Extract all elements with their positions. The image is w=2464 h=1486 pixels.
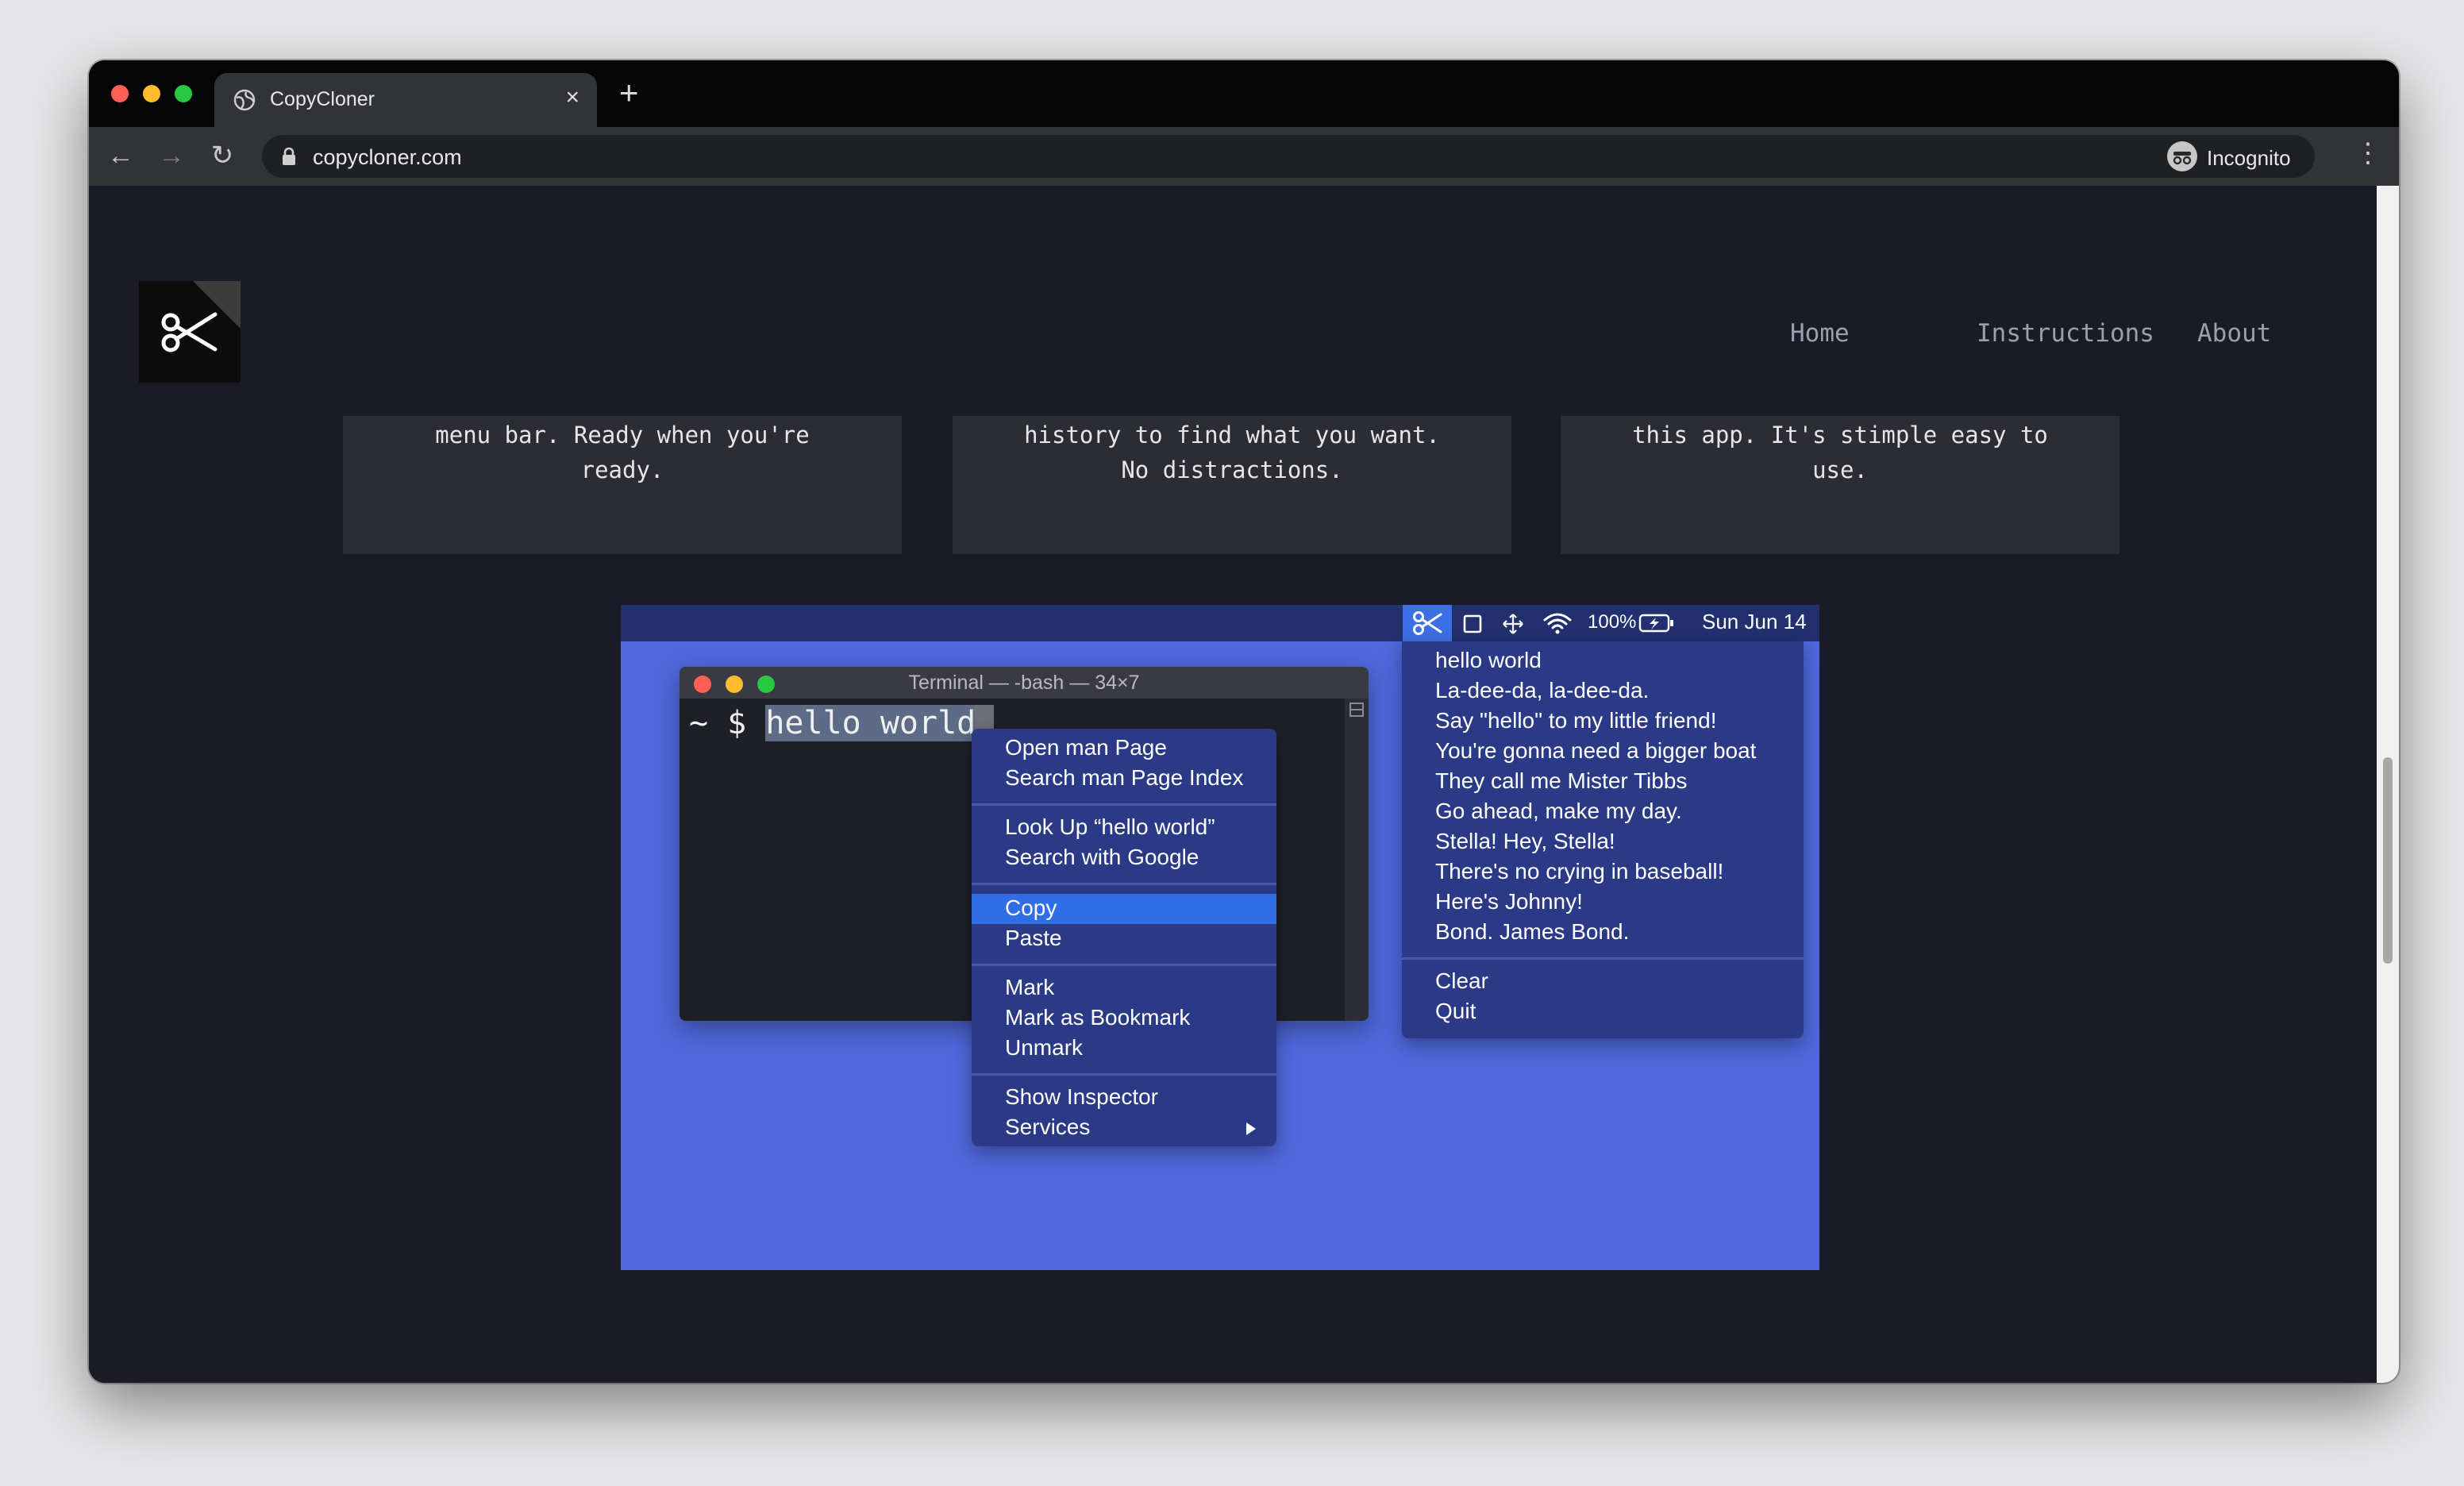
close-icon[interactable]: × bbox=[565, 86, 579, 110]
terminal-selected-text[interactable]: hello world bbox=[765, 705, 976, 741]
terminal-prompt-line[interactable]: ~ $ hello world bbox=[689, 705, 976, 741]
clipboard-item[interactable]: They call me Mister Tibbs bbox=[1435, 768, 1687, 794]
clipboard-item[interactable]: Here's Johnny! bbox=[1435, 889, 1583, 914]
demo-screenshot: 100% Sun Jun 14 Terminal — -bash — 34×7 … bbox=[621, 605, 1819, 1270]
wifi-icon bbox=[1543, 613, 1572, 634]
mac-menu-bar: 100% Sun Jun 14 bbox=[621, 605, 1819, 641]
profile-label: Incognito bbox=[2207, 146, 2291, 170]
menu-separator bbox=[972, 1073, 1276, 1076]
terminal-title: Terminal — -bash — 34×7 bbox=[908, 672, 1140, 694]
menu-item-copy[interactable]: Copy bbox=[1005, 895, 1057, 921]
nav-instructions-link[interactable]: Instructions bbox=[1977, 319, 2154, 348]
submenu-arrow-icon bbox=[1246, 1122, 1256, 1135]
back-button[interactable]: ← bbox=[106, 141, 135, 170]
clipboard-quit-button[interactable]: Quit bbox=[1435, 999, 1476, 1024]
browser-window: CopyCloner × + ← → ↻ copycloner.com ☆ bbox=[89, 60, 2399, 1383]
clipboard-item[interactable]: Bond. James Bond. bbox=[1435, 919, 1629, 945]
card-line: history to find what you want. bbox=[1024, 422, 1440, 448]
clipboard-clear-button[interactable]: Clear bbox=[1435, 968, 1488, 994]
new-tab-button[interactable]: + bbox=[619, 76, 639, 110]
clipboard-item[interactable]: hello world bbox=[1435, 648, 1542, 673]
tab-copycloner[interactable]: CopyCloner × bbox=[214, 73, 597, 127]
menu-item-search-man-page-index[interactable]: Search man Page Index bbox=[1005, 765, 1243, 791]
menu-item-paste[interactable]: Paste bbox=[1005, 926, 1062, 951]
nav-about-link[interactable]: About bbox=[2197, 319, 2271, 348]
terminal-prompt: ~ $ bbox=[689, 705, 766, 741]
toolbar: ← → ↻ copycloner.com ☆ Incognito ⋮ bbox=[89, 127, 2399, 186]
card-line: use. bbox=[1812, 456, 1868, 483]
scissors-icon bbox=[161, 312, 218, 352]
move-arrows-icon bbox=[1503, 614, 1523, 634]
clipboard-item[interactable]: There's no crying in baseball! bbox=[1435, 859, 1723, 884]
browser-menu-icon[interactable]: ⋮ bbox=[2354, 140, 2381, 167]
maximize-window-button[interactable] bbox=[175, 85, 192, 102]
globe-icon bbox=[233, 89, 256, 111]
clipboard-item[interactable]: You're gonna need a bigger boat bbox=[1435, 738, 1756, 764]
feature-card-easy: this app. It's stimple easy to use. bbox=[1561, 416, 2119, 554]
battery-icon bbox=[1638, 614, 1673, 633]
page-scrollbar[interactable] bbox=[2377, 186, 2399, 1383]
incognito-icon bbox=[2167, 141, 2197, 171]
lock-icon bbox=[283, 147, 295, 165]
copycloner-menubar-icon bbox=[1403, 605, 1452, 641]
split-view-icon bbox=[1349, 703, 1364, 717]
menu-item-show-inspector[interactable]: Show Inspector bbox=[1005, 1084, 1158, 1110]
site-logo[interactable] bbox=[139, 281, 241, 383]
card-line: this app. It's stimple easy to bbox=[1632, 422, 2048, 448]
scrollbar-thumb[interactable] bbox=[2383, 757, 2393, 964]
clipboard-item[interactable]: Say "hello" to my little friend! bbox=[1435, 708, 1716, 733]
menu-separator bbox=[972, 883, 1276, 885]
url-text: copycloner.com bbox=[313, 145, 462, 169]
menu-item-look-up[interactable]: Look Up “hello world” bbox=[1005, 814, 1215, 840]
tab-title: CopyCloner bbox=[270, 88, 375, 110]
card-line: ready. bbox=[580, 456, 664, 483]
battery-percent: 100% bbox=[1588, 611, 1637, 633]
clipboard-item[interactable]: La-dee-da, la-dee-da. bbox=[1435, 678, 1649, 703]
incognito-profile-button[interactable]: Incognito bbox=[2159, 135, 2315, 178]
terminal-title-bar: Terminal — -bash — 34×7 bbox=[680, 667, 1369, 699]
terminal-scrollbar[interactable] bbox=[1345, 699, 1369, 1021]
card-line: No distractions. bbox=[1121, 456, 1343, 483]
tab-strip: CopyCloner × + bbox=[89, 60, 2399, 127]
web-page: Home Instructions About menu bar. Ready … bbox=[89, 186, 2377, 1383]
menu-separator bbox=[1402, 957, 1804, 960]
menu-item-search-with-google[interactable]: Search with Google bbox=[1005, 845, 1199, 870]
forward-button[interactable]: → bbox=[157, 141, 186, 170]
menu-item-services[interactable]: Services bbox=[1005, 1114, 1090, 1140]
menu-separator bbox=[972, 803, 1276, 806]
menu-item-open-man-page[interactable]: Open man Page bbox=[1005, 735, 1167, 760]
nav-home-link[interactable]: Home bbox=[1790, 319, 1850, 348]
close-window-button[interactable] bbox=[111, 85, 129, 102]
address-bar[interactable]: copycloner.com ☆ bbox=[262, 135, 2220, 178]
menubar-date: Sun Jun 14 bbox=[1702, 610, 1807, 633]
menu-item-unmark[interactable]: Unmark bbox=[1005, 1035, 1083, 1061]
card-line: menu bar. Ready when you're bbox=[435, 422, 810, 448]
minimize-window-button[interactable] bbox=[143, 85, 160, 102]
feature-card-menu-bar: menu bar. Ready when you're ready. bbox=[343, 416, 902, 554]
menu-item-mark-as-bookmark[interactable]: Mark as Bookmark bbox=[1005, 1005, 1190, 1030]
clipboard-history-menu: hello world La-dee-da, la-dee-da. Say "h… bbox=[1402, 641, 1804, 1038]
clipboard-item[interactable]: Go ahead, make my day. bbox=[1435, 799, 1682, 824]
terminal-context-menu: Open man Page Search man Page Index Look… bbox=[972, 729, 1276, 1146]
feature-card-history: history to find what you want. No distra… bbox=[953, 416, 1511, 554]
clipboard-item[interactable]: Stella! Hey, Stella! bbox=[1435, 829, 1615, 854]
reload-button[interactable]: ↻ bbox=[208, 141, 237, 170]
menu-separator bbox=[972, 964, 1276, 966]
window-icon bbox=[1463, 614, 1482, 633]
menu-item-mark[interactable]: Mark bbox=[1005, 975, 1054, 1000]
